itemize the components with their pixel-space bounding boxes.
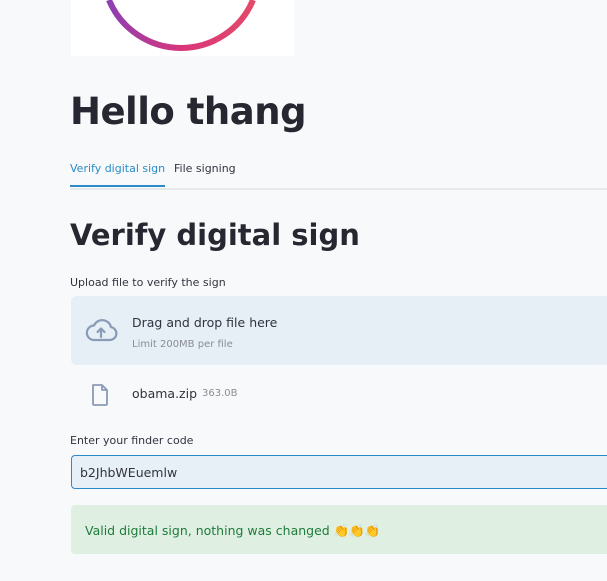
file-icon: [91, 384, 109, 410]
clapping-hands-emoji: 👏👏👏: [333, 523, 381, 538]
tab-verify-digital-sign[interactable]: Verify digital sign: [70, 162, 166, 187]
dropzone-limit: Limit 200MB per file: [132, 339, 233, 350]
success-message-line: Valid digital sign, nothing was changed …: [85, 523, 380, 539]
tab-bar: Verify digital sign File signing: [70, 156, 607, 190]
success-message: Valid digital sign, nothing was changed: [85, 523, 330, 538]
success-alert: Valid digital sign, nothing was changed …: [71, 505, 607, 554]
file-dropzone[interactable]: Drag and drop file here Limit 200MB per …: [71, 296, 607, 365]
tab-file-signing[interactable]: File signing: [174, 162, 236, 185]
finder-code-label: Enter your finder code: [70, 434, 194, 447]
logo-image: [71, 0, 294, 56]
uploaded-file-name: obama.zip: [132, 386, 198, 401]
page-title: Hello thang: [70, 90, 307, 133]
finder-code-input[interactable]: [71, 455, 607, 489]
section-title: Verify digital sign: [70, 218, 360, 252]
uploaded-file-row: obama.zip 363.0B: [71, 378, 607, 412]
logo-ring-graphic: [106, 0, 256, 51]
cloud-upload-icon: [84, 318, 118, 346]
uploaded-file-size: 363.0B: [202, 388, 238, 399]
upload-label: Upload file to verify the sign: [70, 276, 226, 289]
dropzone-instructions: Drag and drop file here: [132, 315, 278, 330]
